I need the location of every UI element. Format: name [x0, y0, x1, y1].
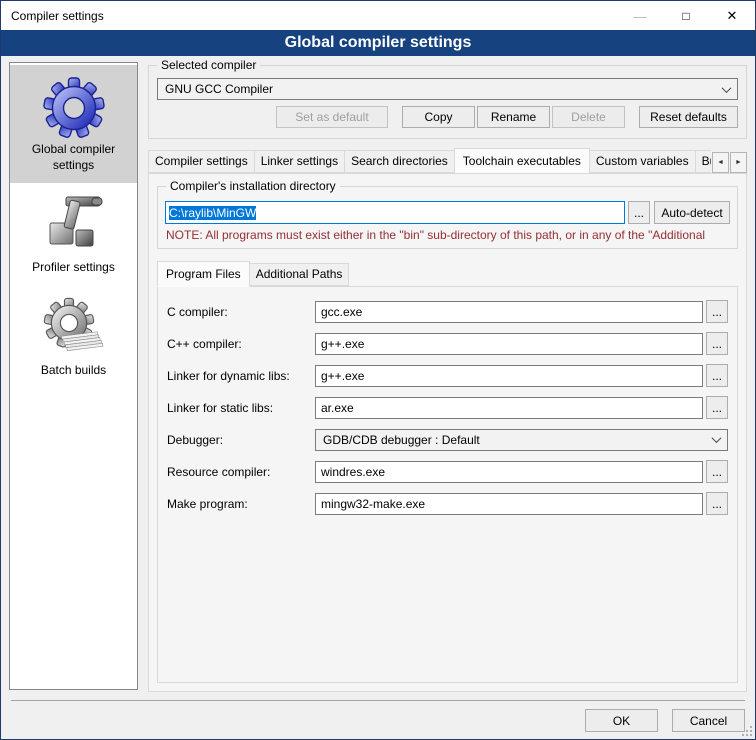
close-icon: ✕: [727, 8, 738, 24]
tab-toolchain-executables[interactable]: Toolchain executables: [454, 148, 590, 173]
category-list: Global compiler settings: [9, 62, 138, 690]
compiler-select[interactable]: GNU GCC Compiler: [157, 78, 738, 100]
maximize-button[interactable]: □: [663, 1, 709, 30]
blue-gear-icon: [42, 75, 106, 139]
minimize-button[interactable]: —: [617, 1, 663, 30]
dialog-footer: OK Cancel: [11, 700, 745, 739]
form-row-c-compiler: C compiler: gcc.exe ...: [167, 300, 728, 323]
tab-linker-settings[interactable]: Linker settings: [254, 150, 345, 173]
tab-search-directories[interactable]: Search directories: [344, 150, 455, 173]
tab-build-options[interactable]: Build: [695, 150, 711, 173]
browse-linker-static-button[interactable]: ...: [706, 396, 728, 419]
copy-button[interactable]: Copy: [402, 106, 475, 128]
arrow-left-icon: ◄: [717, 159, 724, 166]
debugger-select[interactable]: GDB/CDB debugger : Default: [315, 429, 728, 451]
main-tabstrip: Compiler settings Linker settings Search…: [148, 148, 747, 173]
auto-detect-button[interactable]: Auto-detect: [654, 201, 730, 224]
field-label: Make program:: [167, 497, 315, 511]
sidebar-item-label: Profiler settings: [12, 259, 135, 275]
window-title: Compiler settings: [1, 9, 104, 23]
installation-directory-value: C:\raylib\MinGW: [169, 206, 256, 220]
sidebar-item-label: Global compiler settings: [12, 141, 135, 173]
field-label: Debugger:: [167, 433, 315, 447]
tabs-viewport: Compiler settings Linker settings Search…: [148, 148, 711, 173]
tab-scroll-right-button[interactable]: ►: [730, 152, 747, 173]
rename-button[interactable]: Rename: [477, 106, 550, 128]
make-program-input[interactable]: mingw32-make.exe: [315, 493, 703, 515]
compiler-select-value: GNU GCC Compiler: [165, 82, 723, 96]
form-row-debugger: Debugger: GDB/CDB debugger : Default: [167, 428, 728, 451]
sidebar-item-profiler-settings[interactable]: Profiler settings: [10, 183, 137, 285]
browse-directory-button[interactable]: ...: [628, 201, 650, 224]
page-title: Global compiler settings: [1, 30, 755, 56]
form-row-linker-static: Linker for static libs: ar.exe ...: [167, 396, 728, 419]
gear-stack-icon: [42, 296, 106, 360]
group-legend: Compiler's installation directory: [166, 179, 340, 193]
program-files-page: C compiler: gcc.exe ... C++ compiler: g+…: [157, 286, 738, 683]
browse-resource-compiler-button[interactable]: ...: [706, 460, 728, 483]
delete-button[interactable]: Delete: [552, 106, 625, 128]
browse-linker-dynamic-button[interactable]: ...: [706, 364, 728, 387]
resource-compiler-input[interactable]: windres.exe: [315, 461, 703, 483]
ok-button[interactable]: OK: [585, 709, 658, 732]
resize-grip[interactable]: [742, 726, 753, 737]
close-button[interactable]: ✕: [709, 1, 755, 30]
tab-custom-variables[interactable]: Custom variables: [589, 150, 696, 173]
content-panel: Selected compiler GNU GCC Compiler Set a…: [148, 62, 747, 692]
sidebar-item-batch-builds[interactable]: Batch builds: [10, 286, 137, 388]
sidebar-item-global-compiler-settings[interactable]: Global compiler settings: [10, 65, 137, 183]
tab-program-files[interactable]: Program Files: [157, 261, 250, 287]
field-label: Linker for dynamic libs:: [167, 369, 315, 383]
sidebar-item-label: Batch builds: [12, 362, 135, 378]
form-row-make-program: Make program: mingw32-make.exe ...: [167, 492, 728, 515]
debugger-select-value: GDB/CDB debugger : Default: [323, 433, 713, 447]
linker-static-input[interactable]: ar.exe: [315, 397, 703, 419]
toolchain-executables-page: Compiler's installation directory C:\ray…: [148, 173, 747, 692]
browse-c-compiler-button[interactable]: ...: [706, 300, 728, 323]
form-row-cpp-compiler: C++ compiler: g++.exe ...: [167, 332, 728, 355]
installation-directory-group: Compiler's installation directory C:\ray…: [157, 186, 738, 249]
window-controls: — □ ✕: [617, 1, 755, 30]
chevron-down-icon: [712, 433, 722, 443]
tab-scroll-arrows: ◄ ►: [712, 152, 747, 173]
minimize-icon: —: [633, 8, 647, 24]
reset-defaults-button[interactable]: Reset defaults: [639, 106, 738, 128]
field-label: C compiler:: [167, 305, 315, 319]
field-label: Linker for static libs:: [167, 401, 315, 415]
tab-scroll-left-button[interactable]: ◄: [712, 152, 729, 173]
maximize-icon: □: [682, 9, 689, 23]
tab-compiler-settings[interactable]: Compiler settings: [148, 150, 255, 173]
field-label: Resource compiler:: [167, 465, 315, 479]
compiler-buttons-row: Set as default Copy Rename Delete Reset …: [157, 106, 738, 128]
installation-note: NOTE: All programs must exist either in …: [166, 228, 729, 242]
chevron-down-icon: [722, 83, 732, 93]
form-row-resource-compiler: Resource compiler: windres.exe ...: [167, 460, 728, 483]
installation-directory-input[interactable]: C:\raylib\MinGW: [165, 201, 625, 224]
tab-additional-paths[interactable]: Additional Paths: [249, 263, 350, 286]
selected-compiler-group: Selected compiler GNU GCC Compiler Set a…: [148, 65, 747, 139]
set-as-default-button[interactable]: Set as default: [276, 106, 388, 128]
compiler-settings-dialog: Compiler settings — □ ✕ Global compiler …: [0, 0, 756, 740]
profiler-caliper-icon: [42, 193, 106, 257]
titlebar: Compiler settings — □ ✕: [1, 1, 755, 30]
c-compiler-input[interactable]: gcc.exe: [315, 301, 703, 323]
field-label: C++ compiler:: [167, 337, 315, 351]
browse-cpp-compiler-button[interactable]: ...: [706, 332, 728, 355]
arrow-right-icon: ►: [735, 159, 742, 166]
linker-dynamic-input[interactable]: g++.exe: [315, 365, 703, 387]
cancel-button[interactable]: Cancel: [672, 709, 745, 732]
browse-make-program-button[interactable]: ...: [706, 492, 728, 515]
cpp-compiler-input[interactable]: g++.exe: [315, 333, 703, 355]
installation-directory-row: C:\raylib\MinGW ... Auto-detect: [165, 201, 730, 224]
group-legend: Selected compiler: [157, 58, 260, 72]
sub-tabstrip: Program Files Additional Paths: [157, 261, 738, 286]
dialog-body: Global compiler settings: [1, 56, 755, 700]
form-row-linker-dynamic: Linker for dynamic libs: g++.exe ...: [167, 364, 728, 387]
